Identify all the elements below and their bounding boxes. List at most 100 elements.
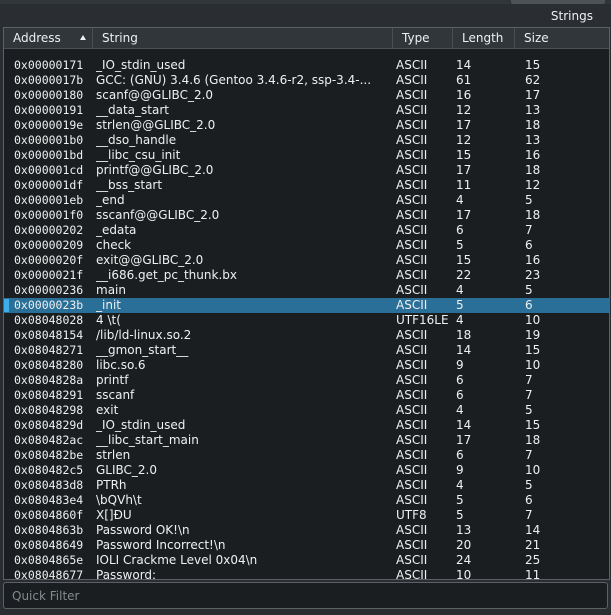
cell-size: 21 [525,538,541,552]
cell-size: 13 [525,133,541,147]
table-row[interactable]: 0x08048280 libc.so.6 ASCII 9 10 [4,358,609,373]
table-row[interactable]: 0x000001df __bss_start ASCII 11 12 [4,178,609,193]
cell-string: Password: [96,568,157,580]
table-row[interactable]: 0x0804863b Password OK!\n ASCII 13 14 [4,523,609,538]
cell-size: 15 [525,343,541,357]
cell-length: 5 [456,238,464,252]
table-row[interactable]: 0x000001bd __libc_csu_init ASCII 15 16 [4,148,609,163]
cell-address: 0x08048291 [14,388,84,402]
table-row[interactable]: 0x0804865e IOLI Crackme Level 0x04\n ASCII… [4,553,609,568]
column-header-length[interactable]: Length [453,28,515,48]
table-row[interactable]: 0x00000171 _IO_stdin_used ASCII 14 15 [4,58,609,73]
column-header-address[interactable]: Address [4,28,93,48]
cell-length: 17 [456,163,472,177]
table-row[interactable]: 0x0000023b _init ASCII 5 6 [4,298,609,313]
column-header-size[interactable]: Size [515,28,609,48]
table-row[interactable]: 0x000001f0 sscanf@@GLIBC_2.0 ASCII 17 18 [4,208,609,223]
table-row[interactable]: 0x00000191 __data_start ASCII 12 13 [4,103,609,118]
table-row[interactable]: 0x08048291 sscanf ASCII 6 7 [4,388,609,403]
cell-length: 24 [456,553,472,567]
cell-size: 6 [525,493,533,507]
cell-size: 19 [525,328,541,342]
cell-length: 17 [456,433,472,447]
cell-length: 6 [456,373,464,387]
table-row[interactable]: 0x0000019e strlen@@GLIBC_2.0 ASCII 17 18 [4,118,609,133]
cell-size: 7 [525,388,533,402]
cell-string: \bQVh\t [96,493,142,507]
cell-length: 14 [456,58,472,72]
cell-type: ASCII [396,208,428,222]
cell-type: ASCII [396,283,428,297]
table-row[interactable]: 0x0000017b GCC: (GNU) 3.4.6 (Gentoo 3.4.6… [4,73,609,88]
table-row[interactable]: 0x08048154/lib/ld-linux.so.2 ASCII 18 19 [4,328,609,343]
table-row[interactable]: 0x000001cd printf@@GLIBC_2.0 ASCII 17 18 [4,163,609,178]
cell-address: 0x0804860f [14,508,84,522]
table-row[interactable]: 0x00000236 main ASCII 4 5 [4,283,609,298]
cell-string: __gmon_start__ [96,343,189,357]
cell-address: 0x0000023b [14,298,84,312]
cell-size: 15 [525,58,541,72]
cell-address: 0x0804863b [14,523,84,537]
cell-type: ASCII [396,328,428,342]
cell-string: main [96,283,126,297]
cell-address: 0x08048271 [14,343,84,357]
strings-table[interactable]: Address String Type Length Size 0x000001… [3,27,610,580]
cell-string: strlen@@GLIBC_2.0 [96,118,216,132]
cell-type: ASCII [396,88,428,102]
table-row[interactable]: 0x080483e4 \bQVh\t ASCII 5 6 [4,493,609,508]
cell-length: 14 [456,418,472,432]
cell-string: sscanf [96,388,135,402]
cell-size: 6 [525,238,533,252]
table-row[interactable]: 0x00000180 scanf@@GLIBC_2.0 ASCII 16 17 [4,88,609,103]
cell-length: 4 [456,403,464,417]
sort-ascending-icon [80,35,86,40]
cell-address: 0x00000209 [14,238,84,252]
cell-type: ASCII [396,193,428,207]
cell-size: 18 [525,208,541,222]
table-row[interactable]: 0x0804828a printf ASCII 6 7 [4,373,609,388]
cell-type: ASCII [396,538,428,552]
table-row[interactable]: 0x08048298 exit ASCII 4 5 [4,403,609,418]
cell-string: GLIBC_2.0 [96,463,158,477]
cell-address: 0x0804829d [14,418,84,432]
cell-type: ASCII [396,388,428,402]
column-header-type[interactable]: Type [393,28,453,48]
column-header-size-label: Size [524,31,549,45]
table-row[interactable]: 0x0804860f X[]ÐU UTF8 5 7 [4,508,609,523]
table-row[interactable]: 0x000001eb _end ASCII 4 5 [4,193,609,208]
quick-filter-box[interactable] [3,582,608,609]
cell-type: ASCII [396,253,428,267]
table-row[interactable]: 0x000001b0 __dso_handle ASCII 12 13 [4,133,609,148]
cell-size: 25 [525,553,541,567]
cell-type: ASCII [396,343,428,357]
column-header-string[interactable]: String [93,28,393,48]
cell-address: 0x0000021f [14,268,84,282]
cell-string: IOLI Crackme Level 0x04\n [96,553,258,567]
cell-address: 0x0000017b [14,73,84,87]
cell-length: 18 [456,328,472,342]
table-row[interactable]: 0x08048677 Password: ASCII 10 11 [4,568,609,580]
cell-size: 15 [525,418,541,432]
table-row[interactable]: 0x08048028 4 \t(UTF16LE 4 10 [4,313,609,328]
cell-size: 23 [525,268,541,282]
table-row[interactable]: 0x00000202 _edata ASCII 6 7 [4,223,609,238]
table-row[interactable]: 0x08048649 Password Incorrect!\n ASCII 20 21 [4,538,609,553]
table-row[interactable]: 0x0804829d _IO_stdin_used ASCII 14 15 [4,418,609,433]
quick-filter-input[interactable] [4,583,607,608]
table-row[interactable]: 0x080482be strlen ASCII 6 7 [4,448,609,463]
cell-address: 0x0000019e [14,118,84,132]
table-row[interactable]: 0x0000020f exit@@GLIBC_2.0 ASCII 15 16 [4,253,609,268]
cell-size: 12 [525,178,541,192]
table-body[interactable]: 0x00000171 _IO_stdin_used ASCII 14 15 0x00000… [4,58,609,580]
cell-type: ASCII [396,268,428,282]
cell-length: 17 [456,208,472,222]
cell-address: 0x000001eb [14,193,84,207]
table-row[interactable]: 0x080482c5 GLIBC_2.0 ASCII 9 10 [4,463,609,478]
table-row[interactable]: 0x080482ac __libc_start_main ASCII 17 18 [4,433,609,448]
table-row[interactable]: 0x08048271 __gmon_start__ ASCII 14 15 [4,343,609,358]
cell-length: 6 [456,388,464,402]
table-row[interactable]: 0x080483d8 PTRh ASCII 4 5 [4,478,609,493]
cell-length: 22 [456,268,472,282]
table-row[interactable]: 0x00000209 check ASCII 5 6 [4,238,609,253]
table-row[interactable]: 0x0000021f __i686.get_pc_thunk.bx ASCII 22 2… [4,268,609,283]
